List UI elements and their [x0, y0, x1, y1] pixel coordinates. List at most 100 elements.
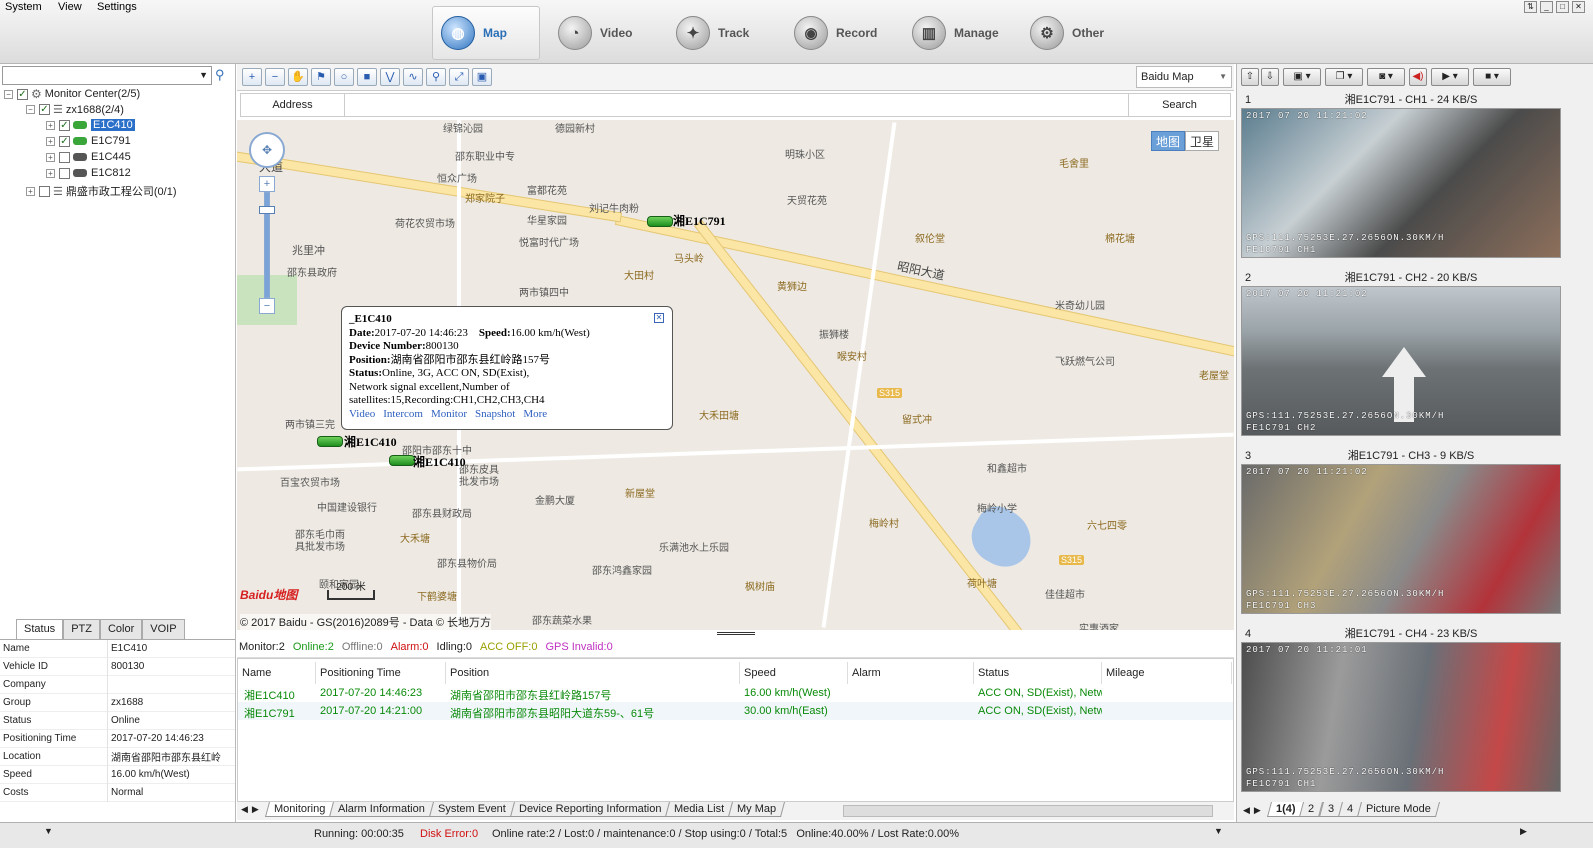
checkbox-checked[interactable]: ✓	[17, 88, 28, 100]
magnifier-icon[interactable]: ⚲	[426, 68, 446, 86]
tab-status[interactable]: Status	[16, 619, 64, 639]
stop-icon[interactable]: ■ ▾	[1473, 68, 1511, 86]
table-row[interactable]: 湘E1C410 2017-07-20 14:46:23 湖南省邵阳市邵东县红岭路…	[238, 684, 1233, 702]
checkbox-unchecked[interactable]	[39, 185, 50, 197]
speaker-icon[interactable]: ◀)	[1409, 68, 1427, 86]
camera-view-1[interactable]: 1 湘E1C791 - CH1 - 24 KB/S 2017 07 20 11:2…	[1241, 92, 1561, 262]
tree-group-2[interactable]: + ☰ 鼎盛市政工程公司(0/1)	[26, 183, 177, 199]
column-header[interactable]: Speed	[740, 662, 848, 684]
map-provider-select[interactable]: Baidu Map ▼	[1136, 66, 1232, 88]
polygon-tool-icon[interactable]: ⋁	[380, 68, 400, 86]
popup-intercom-link[interactable]: Intercom	[383, 408, 423, 420]
column-header[interactable]: Alarm	[848, 662, 974, 684]
menu-settings[interactable]: Settings	[97, 1, 137, 13]
tree-vehicle-3[interactable]: + E1C445	[46, 151, 131, 163]
tab-prev-icon[interactable]: ◀	[1243, 805, 1250, 816]
tab-monitoring[interactable]: Monitoring	[264, 802, 335, 817]
collapse-icon[interactable]: −	[4, 89, 13, 99]
column-header[interactable]: Positioning Time	[316, 662, 446, 684]
flag-icon[interactable]: ⚑	[311, 68, 331, 86]
checkbox-unchecked[interactable]	[59, 167, 70, 179]
tree-vehicle-2[interactable]: + ✓ E1C791	[46, 135, 131, 147]
horizontal-scrollbar[interactable]	[843, 805, 1213, 817]
camera-view-2[interactable]: 2 湘E1C791 - CH2 - 20 KB/S 2017 07 20 11:2…	[1241, 270, 1561, 440]
tab-next-icon[interactable]: ▶	[1254, 805, 1261, 816]
line-tool-icon[interactable]: ∿	[403, 68, 423, 86]
expand-icon[interactable]: +	[46, 152, 55, 162]
map-canvas[interactable]: 昭阳大道 大道 S315 S315 绿锦沁园 德园新村 邵东职业中专 恒众广场 …	[237, 120, 1234, 630]
tab-device-reporting[interactable]: Device Reporting Information	[509, 802, 671, 817]
checkbox-unchecked[interactable]	[59, 151, 70, 163]
search-button[interactable]: Search	[1128, 94, 1230, 116]
close-icon[interactable]: ✕	[654, 313, 664, 323]
camera-view-4[interactable]: 4 湘E1C791 - CH4 - 23 KB/S 2017 07 20 11:2…	[1241, 626, 1561, 796]
collapse-icon[interactable]: −	[26, 105, 35, 114]
checkbox-checked[interactable]: ✓	[59, 119, 70, 131]
checkbox-checked[interactable]: ✓	[39, 104, 50, 115]
down-icon[interactable]: ⇩	[1261, 68, 1279, 86]
expand-icon[interactable]: +	[46, 120, 55, 130]
search-icon[interactable]: ⚲	[215, 67, 225, 83]
window-icon[interactable]: ❐ ▾	[1325, 68, 1363, 86]
restore-icon[interactable]: ⇅	[1524, 1, 1537, 13]
splitter-handle[interactable]	[717, 632, 755, 635]
menu-view[interactable]: View	[58, 1, 82, 13]
column-header[interactable]: Name	[238, 662, 316, 684]
pan-hand-icon[interactable]: ✋	[288, 68, 308, 86]
popup-snapshot-link[interactable]: Snapshot	[475, 408, 515, 420]
close-icon[interactable]: ✕	[1572, 1, 1585, 13]
zoom-in-icon[interactable]: +	[242, 68, 262, 86]
address-input[interactable]	[346, 94, 1128, 116]
tab-color[interactable]: Color	[99, 619, 143, 639]
nav-record-button[interactable]: ◉ Record	[786, 6, 894, 60]
map-zoom-in-button[interactable]: +	[259, 176, 275, 192]
vehicle-marker[interactable]	[317, 436, 343, 447]
popup-video-link[interactable]: Video	[349, 408, 375, 420]
camera-snapshot-icon[interactable]: ◙ ▾	[1367, 68, 1405, 86]
chevron-right-icon[interactable]: ▶	[1520, 826, 1527, 837]
expand-icon[interactable]: +	[26, 186, 35, 196]
tree-vehicle-4[interactable]: + E1C812	[46, 167, 131, 179]
camera-feed[interactable]: 2017 07 20 11:21:02 GPS:111.75253E.27.26…	[1241, 108, 1561, 258]
rectangle-tool-icon[interactable]: ■	[357, 68, 377, 86]
nav-other-button[interactable]: ⚙ Other	[1022, 6, 1130, 60]
group-select[interactable]: ▼	[2, 66, 212, 85]
fullscreen-icon[interactable]: ⤢	[449, 68, 469, 86]
nav-track-button[interactable]: ✦ Track	[668, 6, 776, 60]
chevron-down-icon[interactable]: ▼	[1214, 826, 1223, 836]
picture-mode-tab[interactable]: Picture Mode	[1356, 802, 1440, 817]
column-header[interactable]: Status	[974, 662, 1102, 684]
tab-media-list[interactable]: Media List	[665, 802, 734, 817]
tab-ptz[interactable]: PTZ	[63, 619, 100, 639]
expand-icon[interactable]: +	[46, 136, 55, 146]
tab-system-event[interactable]: System Event	[429, 802, 515, 817]
maximize-icon[interactable]: □	[1556, 1, 1569, 13]
save-icon[interactable]: ▣	[472, 68, 492, 86]
menu-system[interactable]: System	[5, 1, 42, 13]
zoom-out-icon[interactable]: −	[265, 68, 285, 86]
vehicle-marker[interactable]	[389, 455, 415, 466]
column-header[interactable]: Mileage	[1102, 662, 1232, 684]
nav-manage-button[interactable]: ▥ Manage	[904, 6, 1012, 60]
layout-icon[interactable]: ▣ ▾	[1283, 68, 1321, 86]
tab-next-icon[interactable]: ▶	[252, 804, 259, 815]
minimize-icon[interactable]: _	[1540, 1, 1553, 13]
play-icon[interactable]: ▶ ▾	[1431, 68, 1469, 86]
table-row[interactable]: 湘E1C791 2017-07-20 14:21:00 湖南省邵阳市邵东县昭阳大…	[238, 702, 1233, 720]
camera-view-3[interactable]: 3 湘E1C791 - CH3 - 9 KB/S 2017 07 20 11:21…	[1241, 448, 1561, 618]
expand-icon[interactable]: +	[46, 168, 55, 178]
tab-my-map[interactable]: My Map	[728, 802, 786, 817]
tab-voip[interactable]: VOIP	[142, 619, 185, 639]
camera-feed[interactable]: 2017 07 20 11:21:02 GPS:111.75253E.27.26…	[1241, 286, 1561, 436]
checkbox-checked[interactable]: ✓	[59, 135, 70, 147]
tree-root[interactable]: − ✓ ⚙ Monitor Center(2/5)	[4, 87, 140, 101]
zoom-slider-handle[interactable]	[259, 206, 275, 214]
chevron-down-icon[interactable]: ▼	[44, 826, 53, 836]
circle-tool-icon[interactable]: ○	[334, 68, 354, 86]
nav-video-button[interactable]: ◔ Video	[550, 6, 658, 60]
nav-map-button[interactable]: ◍ Map	[432, 6, 540, 60]
pan-control[interactable]: ✥	[249, 132, 285, 168]
popup-monitor-link[interactable]: Monitor	[431, 408, 467, 420]
popup-more-link[interactable]: More	[523, 408, 547, 420]
up-icon[interactable]: ⇧	[1241, 68, 1259, 86]
